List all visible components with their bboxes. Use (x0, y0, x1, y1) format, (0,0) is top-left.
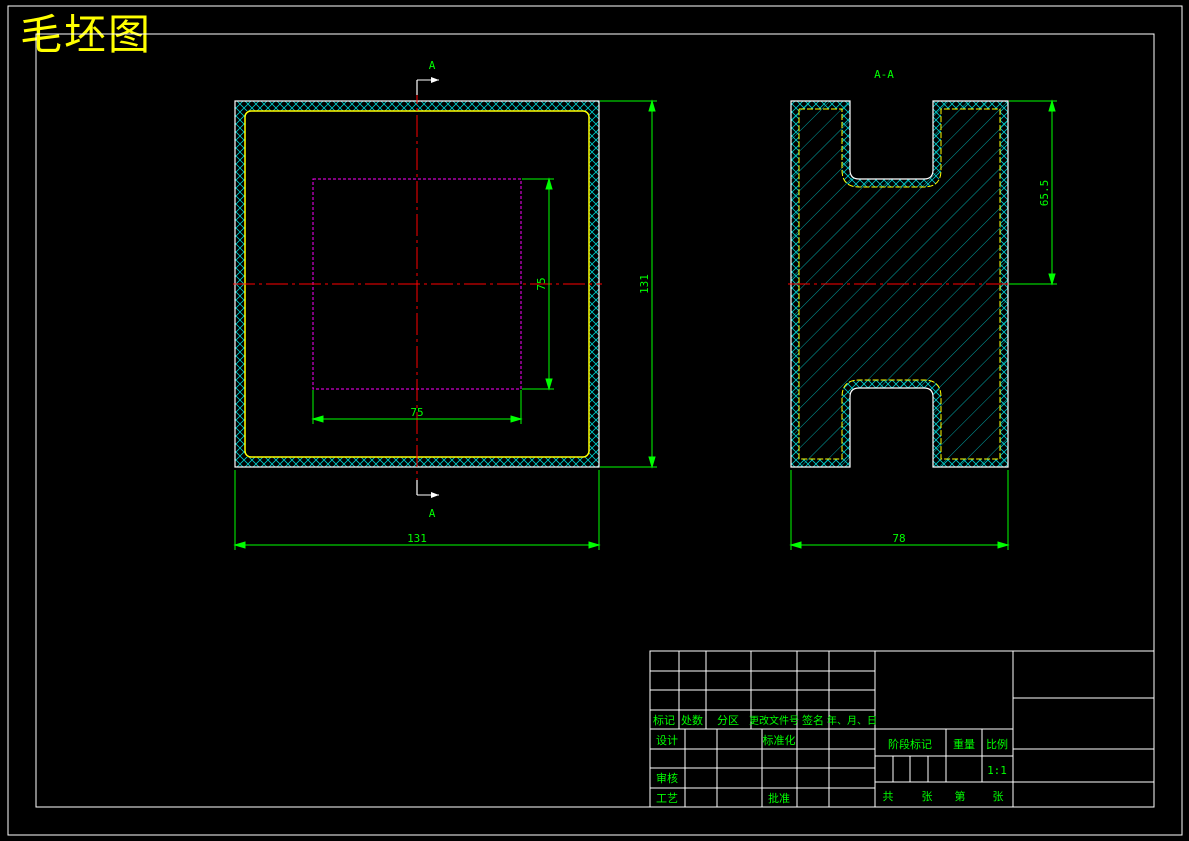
tb-review: 审核 (656, 771, 678, 785)
tb-header-mark: 标记 (653, 713, 675, 727)
title-block (649, 650, 1155, 808)
dimension-inner-width-text: 75 (410, 406, 423, 419)
tb-scale-value: 1:1 (987, 764, 1007, 777)
tb-stage-mark: 阶段标记 (888, 737, 932, 751)
section-cut-top-arrowhead (431, 77, 439, 83)
tb-standardize: 标准化 (763, 733, 796, 747)
section-mark-bottom: A (429, 507, 436, 520)
tb-scale: 比例 (986, 737, 1008, 751)
tb-header-count: 处数 (681, 714, 703, 727)
tb-approve: 批准 (768, 791, 790, 805)
dimension-section-width-text: 78 (892, 532, 905, 545)
section-view: A-A 78 65.5 (788, 68, 1057, 550)
tb-header-doc: 更改文件号 (749, 714, 799, 727)
cad-drawing-canvas: A A 131 131 75 75 A-A 78 65.5 标记 处数 分区 更… (7, 5, 1183, 836)
tb-weight: 重量 (953, 737, 975, 751)
front-view: A A 131 131 75 75 (233, 59, 657, 550)
section-cut-bottom-arrowhead (431, 492, 439, 498)
section-view-label: A-A (874, 68, 894, 81)
tb-sheet: 张 (993, 790, 1004, 803)
tb-header-zone: 分区 (717, 714, 739, 727)
tb-total: 共 (883, 790, 894, 803)
dimension-inner-height-text: 75 (535, 277, 548, 290)
dimension-front-width-text: 131 (407, 532, 427, 545)
dimension-front-height-text: 131 (638, 274, 651, 294)
tb-number: 第 (955, 789, 966, 803)
tb-header-date: 年、月、日 (827, 714, 877, 727)
tb-process: 工艺 (656, 792, 678, 805)
section-mark-top: A (429, 59, 436, 72)
dimension-section-depth-text: 65.5 (1038, 180, 1051, 207)
tb-sheets: 张 (922, 790, 933, 803)
tb-header-sign: 签名 (802, 713, 824, 727)
tb-design: 设计 (656, 734, 678, 747)
